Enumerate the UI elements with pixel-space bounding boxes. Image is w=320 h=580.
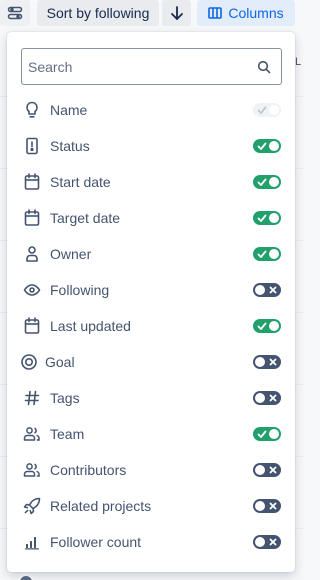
- toggle-knob: [269, 249, 279, 259]
- column-item-status[interactable]: Status: [7, 128, 295, 164]
- bar-chart-icon: [23, 533, 41, 551]
- column-item-following[interactable]: Following: [7, 272, 295, 308]
- people-icon: [23, 461, 41, 479]
- person-icon: [23, 245, 41, 263]
- check-icon: [257, 430, 267, 438]
- close-icon: [269, 358, 277, 366]
- column-item-contributors[interactable]: Contributors: [7, 452, 295, 488]
- toolbar: Sort by following Columns: [0, 0, 303, 28]
- column-toggle-follower-count[interactable]: [253, 535, 281, 549]
- column-toggle-owner[interactable]: [253, 247, 281, 261]
- filter-settings-icon: [7, 6, 23, 20]
- toggle-knob: [269, 321, 279, 331]
- column-label: Status: [50, 138, 90, 154]
- column-label: Related projects: [50, 498, 152, 514]
- toggle-knob: [255, 465, 265, 475]
- column-item-last-updated[interactable]: Last updated: [7, 308, 295, 344]
- calendar-icon: [23, 317, 41, 335]
- columns-icon: [208, 7, 223, 19]
- column-toggle-target-date[interactable]: [253, 211, 281, 225]
- column-item-related-projects[interactable]: Related projects: [7, 488, 295, 524]
- avatar: [18, 574, 34, 580]
- column-label: Owner: [50, 246, 92, 262]
- column-toggle-team[interactable]: [253, 427, 281, 441]
- column-toggle-contributors[interactable]: [253, 463, 281, 477]
- column-item-owner[interactable]: Owner: [7, 236, 295, 272]
- sort-by-button[interactable]: Sort by following: [37, 0, 159, 26]
- toggle-knob: [269, 177, 279, 187]
- column-item-team[interactable]: Team: [7, 416, 295, 452]
- toggle-knob: [255, 537, 265, 547]
- column-toggle-tags[interactable]: [253, 391, 281, 405]
- search-icon: [257, 60, 271, 74]
- people-icon: [23, 425, 41, 443]
- check-icon: [257, 250, 267, 258]
- arrow-down-icon: [170, 6, 183, 20]
- column-toggle-goal[interactable]: [253, 355, 281, 369]
- target-icon: [20, 353, 38, 371]
- check-icon: [257, 178, 267, 186]
- close-icon: [269, 502, 277, 510]
- column-toggle-name[interactable]: [253, 103, 281, 117]
- toggle-knob: [255, 285, 265, 295]
- column-item-start-date[interactable]: Start date: [7, 164, 295, 200]
- calendar-icon: [23, 173, 41, 191]
- toggle-knob: [255, 357, 265, 367]
- column-item-target-date[interactable]: Target date: [7, 200, 295, 236]
- close-icon: [269, 466, 277, 474]
- toggle-knob: [255, 393, 265, 403]
- column-label: Name: [50, 102, 88, 118]
- columns-button[interactable]: Columns: [197, 0, 295, 26]
- column-label: Follower count: [50, 534, 142, 550]
- sort-direction-button[interactable]: [162, 0, 191, 26]
- column-item-goal[interactable]: Goal: [7, 344, 295, 380]
- column-label: Goal: [45, 354, 75, 370]
- toggle-knob: [269, 213, 279, 223]
- filter-settings-button[interactable]: [0, 0, 30, 26]
- hashtag-icon: [23, 389, 41, 407]
- column-label: Team: [50, 426, 85, 442]
- eye-icon: [23, 281, 41, 299]
- lightbulb-icon: [23, 101, 41, 119]
- column-toggle-related-projects[interactable]: [253, 499, 281, 513]
- calendar-icon: [23, 209, 41, 227]
- sort-by-label: Sort by following: [46, 5, 150, 21]
- close-icon: [269, 538, 277, 546]
- column-item-follower-count[interactable]: Follower count: [7, 524, 295, 560]
- columns-label: Columns: [228, 5, 284, 21]
- close-icon: [269, 286, 277, 294]
- column-label: Contributors: [50, 462, 127, 478]
- check-icon: [257, 106, 267, 114]
- column-list: Name Status Start date Target date Owner…: [7, 92, 295, 560]
- column-label: Target date: [50, 210, 121, 226]
- search-input[interactable]: [28, 49, 248, 84]
- column-label: Tags: [50, 390, 80, 406]
- column-toggle-following[interactable]: [253, 283, 281, 297]
- column-toggle-status[interactable]: [253, 139, 281, 153]
- close-icon: [269, 394, 277, 402]
- check-icon: [257, 214, 267, 222]
- column-label: Following: [50, 282, 110, 298]
- status-icon: [23, 137, 41, 155]
- check-icon: [257, 322, 267, 330]
- rocket-icon: [23, 497, 41, 515]
- column-toggle-last-updated[interactable]: [253, 319, 281, 333]
- check-icon: [257, 142, 267, 150]
- toggle-knob: [269, 429, 279, 439]
- toggle-knob: [269, 141, 279, 151]
- column-header-peek: L: [295, 56, 302, 68]
- toggle-knob: [269, 105, 279, 115]
- column-item-tags[interactable]: Tags: [7, 380, 295, 416]
- columns-popup: Name Status: [7, 32, 295, 572]
- toggle-knob: [255, 501, 265, 511]
- search-field: [21, 48, 282, 85]
- column-toggle-start-date[interactable]: [253, 175, 281, 189]
- column-label: Start date: [50, 174, 111, 190]
- column-item-name[interactable]: Name: [7, 92, 295, 128]
- column-label: Last updated: [50, 318, 131, 334]
